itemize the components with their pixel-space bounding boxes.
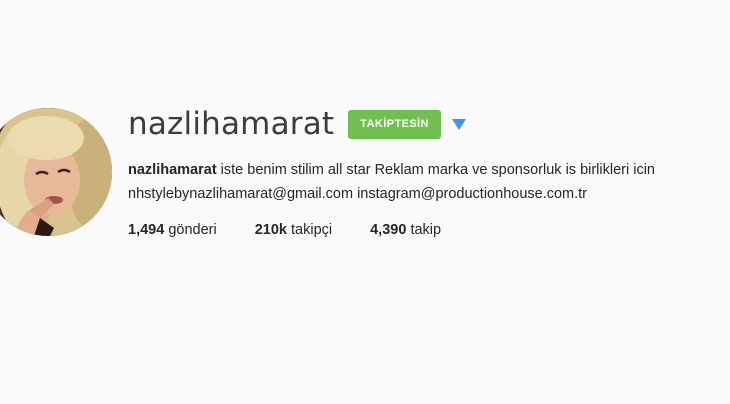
followers-count: 210k <box>254 222 287 238</box>
caret-down-icon[interactable] <box>451 116 467 132</box>
bio-contact: nhstylebynazlihamarat@gmail.com instagra… <box>128 186 588 202</box>
following-stat[interactable]: 4,390 takip <box>370 222 441 238</box>
followers-stat[interactable]: 210k takipçi <box>255 222 332 238</box>
following-count: 4,390 <box>370 222 407 238</box>
bio-name: nazlihamarat <box>128 162 217 178</box>
avatar-image <box>0 108 112 236</box>
bio-line: nazlihamarat iste benim stilim all star … <box>128 158 718 182</box>
username: nazlihamarat <box>128 106 335 142</box>
posts-stat: 1,494 gönderi <box>128 222 217 238</box>
posts-count: 1,494 <box>128 222 165 238</box>
bio: nazlihamarat iste benim stilim all star … <box>128 158 718 206</box>
bio-text: iste benim stilim all star Reklam marka … <box>216 162 655 178</box>
profile-info: nazlihamarat TAKİPTESİN nazlihamarat ist… <box>128 104 718 238</box>
followers-label: takipçi <box>291 222 333 238</box>
profile-header: nazlihamarat TAKİPTESİN nazlihamarat ist… <box>0 0 730 404</box>
posts-label: gönderi <box>168 222 217 238</box>
title-row: nazlihamarat TAKİPTESİN <box>128 104 718 144</box>
following-button[interactable]: TAKİPTESİN <box>348 109 441 139</box>
profile-stats: 1,494 gönderi 210k takipçi 4,390 takip <box>128 222 718 238</box>
following-label: takip <box>410 222 442 238</box>
avatar[interactable] <box>0 108 112 236</box>
